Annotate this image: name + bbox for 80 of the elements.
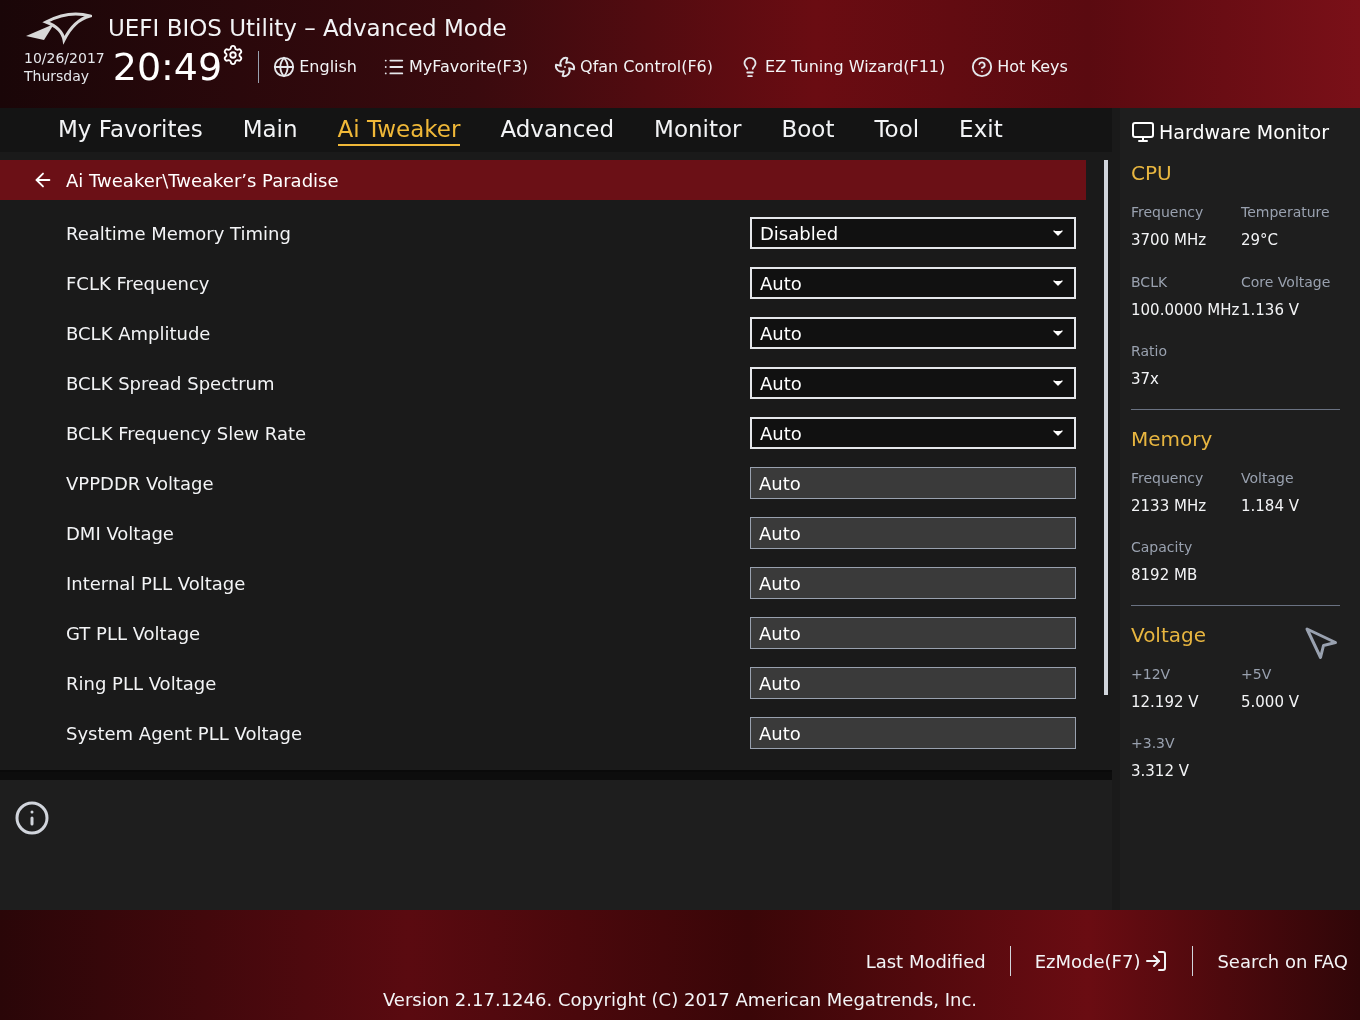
setting-label: VPPDDR Voltage [66, 471, 214, 496]
setting-label: FCLK Frequency [66, 271, 210, 296]
stat-value: 1.184 V [1241, 495, 1300, 517]
value-field[interactable]: Auto [750, 617, 1076, 649]
stat-value: 12.192 V [1131, 691, 1200, 713]
stat-value: 3700 MHz [1131, 230, 1208, 251]
menu-tab[interactable]: Ai Tweaker [337, 114, 461, 146]
settings-icon[interactable] [222, 44, 245, 66]
menu-tab[interactable]: My Favorites [58, 114, 203, 146]
dropdown[interactable]: Disabled [750, 217, 1076, 249]
stat-value: 2133 MHz [1131, 495, 1208, 517]
panel-title: Hardware Monitor [1159, 119, 1329, 145]
menu-tab[interactable]: Exit [959, 114, 1003, 146]
setting-label: BCLK Frequency Slew Rate [66, 421, 307, 446]
menu-tab[interactable]: Boot [781, 114, 835, 146]
stat-value: 29°C [1241, 230, 1280, 251]
stat-value: 37x [1131, 369, 1160, 390]
logo-icon [24, 10, 92, 46]
value-field[interactable]: Auto [750, 517, 1076, 549]
toolbar-button[interactable]: MyFavorite(F3) [383, 55, 529, 79]
section-title: Memory [1131, 425, 1213, 453]
stat-label: Frequency [1131, 203, 1205, 222]
stat-label: Capacity [1131, 538, 1194, 557]
info-icon [14, 800, 50, 836]
footer-link[interactable]: Search on FAQ [1217, 947, 1348, 975]
stat-label: Core Voltage [1241, 272, 1332, 292]
footer-link[interactable]: EzMode(F7) [1034, 947, 1169, 975]
setting-label: BCLK Spread Spectrum [66, 371, 275, 396]
section-title: CPU [1131, 160, 1172, 187]
setting-label: Internal PLL Voltage [66, 571, 246, 596]
menu-tab[interactable]: Main [242, 114, 298, 146]
stat-label: +5V [1241, 664, 1273, 684]
clock-text: 20:49 [112, 48, 223, 86]
stat-label: Temperature [1241, 203, 1331, 222]
stat-value: 1.136 V [1241, 299, 1300, 321]
value-field[interactable]: Auto [750, 467, 1076, 499]
dropdown[interactable]: Auto [750, 367, 1076, 399]
stat-value: 8192 MB [1131, 565, 1199, 586]
setting-label: Ring PLL Voltage [66, 671, 217, 696]
dropdown[interactable]: Auto [750, 417, 1076, 449]
scrollbar[interactable] [1104, 160, 1108, 695]
stat-label: BCLK [1131, 272, 1169, 292]
version-text: Version 2.17.1246. Copyright (C) 2017 American Megatrends, Inc. [382, 988, 978, 1012]
value-field[interactable]: Auto [750, 567, 1076, 599]
window-title: UEFI BIOS Utility – Advanced Mode [108, 13, 507, 43]
stat-label: +12V [1131, 664, 1172, 684]
setting-label: Realtime Memory Timing [66, 221, 291, 246]
toolbar-button[interactable]: Hot Keys [971, 55, 1068, 79]
setting-label: System Agent PLL Voltage [66, 721, 302, 746]
setting-label: GT PLL Voltage [66, 621, 201, 646]
fan-icon [554, 56, 577, 78]
day-text: Thursday [24, 67, 91, 85]
value-field[interactable]: Auto [750, 717, 1076, 749]
dropdown[interactable]: Auto [750, 267, 1076, 299]
date-text: 10/26/2017 [24, 49, 105, 67]
monitor-icon [1131, 120, 1155, 144]
stat-value: 5.000 V [1241, 691, 1300, 713]
toolbar-button[interactable]: Qfan Control(F6) [554, 55, 714, 79]
dropdown[interactable]: Auto [750, 317, 1076, 349]
menu-tab[interactable]: Advanced [500, 114, 615, 146]
section-title: Voltage [1131, 621, 1207, 649]
breadcrumb-text: Ai Tweaker\Tweaker’s Paradise [66, 168, 339, 193]
stat-label: +3.3V [1131, 734, 1176, 753]
menu-tab[interactable]: Tool [874, 114, 920, 146]
stat-label: Voltage [1241, 468, 1295, 488]
stat-value: 3.312 V [1131, 761, 1190, 782]
stat-label: Frequency [1131, 468, 1205, 488]
globe-icon [273, 56, 296, 78]
pointer-icon [1304, 625, 1340, 662]
stat-label: Ratio [1131, 342, 1168, 361]
value-field[interactable]: Auto [750, 667, 1076, 699]
menu-tab[interactable]: Monitor [654, 114, 742, 146]
stat-value: 100.0000 MHz [1131, 299, 1241, 321]
setting-label: BCLK Amplitude [66, 321, 211, 346]
setting-label: DMI Voltage [66, 521, 174, 546]
toolbar-button[interactable]: English [273, 55, 357, 79]
toolbar-button[interactable]: EZ Tuning Wizard(F11) [739, 55, 946, 79]
help-icon [971, 56, 994, 78]
footer-link[interactable]: Last Modified [865, 947, 986, 975]
exit-icon [1144, 949, 1169, 973]
